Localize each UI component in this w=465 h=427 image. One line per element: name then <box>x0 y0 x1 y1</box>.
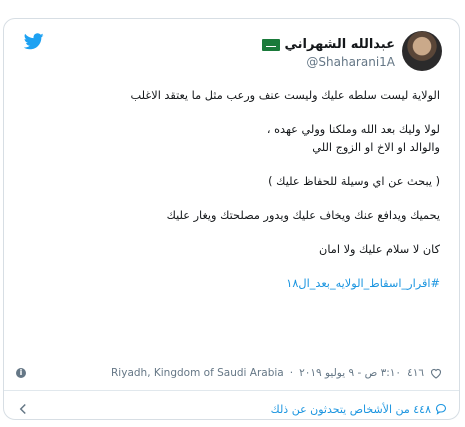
tweet-line-3: ( يبحث عن اي وسيلة للحفاظ عليك ) <box>268 175 440 188</box>
display-name[interactable]: عبدالله الشهراني <box>261 37 395 52</box>
like-count[interactable]: ٤١٦ <box>407 367 424 379</box>
user-block[interactable]: عبدالله الشهراني @Shaharani1A <box>261 33 395 69</box>
chevron-left-icon[interactable] <box>18 403 28 415</box>
timestamp[interactable]: ٣:١٠ ص - ٩ يوليو ٢٠١٩ <box>299 367 401 379</box>
tweet-meta: ٤١٦ ٣:١٠ ص - ٩ يوليو ٢٠١٩ · Riyadh, King… <box>16 367 442 379</box>
saudi-flag-icon <box>261 38 280 51</box>
avatar[interactable] <box>402 31 442 71</box>
user-handle[interactable]: @Shaharani1A <box>262 55 395 69</box>
comment-icon <box>435 403 447 415</box>
people-talking-link[interactable]: ٤٤٨ من الأشخاص يتحدثون عن ذلك <box>271 403 447 416</box>
tweet-line-5: كان لا سلام عليك ولا امان <box>319 243 440 256</box>
hashtag-link[interactable]: #اقرار_اسقاط_الولايه_بعد_ال١٨ <box>20 275 440 293</box>
info-icon[interactable]: i <box>16 368 26 378</box>
tweet-line-1: الولاية ليست سلطه عليك وليست عنف ورعب مث… <box>130 89 440 102</box>
display-name-text: عبدالله الشهراني <box>284 37 395 52</box>
tweet-line-4: يحميك ويدافع عنك ويخاف عليك ويدور مصلحتك… <box>166 209 440 222</box>
heart-icon[interactable] <box>430 368 442 379</box>
people-talking-text: ٤٤٨ من الأشخاص يتحدثون عن ذلك <box>270 402 431 416</box>
tweet-card: عبدالله الشهراني @Shaharani1A الولاية لي… <box>3 18 460 420</box>
tweet-line-2: لولا وليك بعد الله وملكنا وولي عهده ، وا… <box>266 123 440 154</box>
divider <box>4 390 459 391</box>
twitter-bird-icon[interactable] <box>24 33 44 50</box>
location[interactable]: Riyadh, Kingdom of Saudi Arabia <box>111 367 284 379</box>
tweet-text: الولاية ليست سلطه عليك وليست عنف ورعب مث… <box>20 87 440 293</box>
footer: ٤٤٨ من الأشخاص يتحدثون عن ذلك <box>18 399 447 419</box>
